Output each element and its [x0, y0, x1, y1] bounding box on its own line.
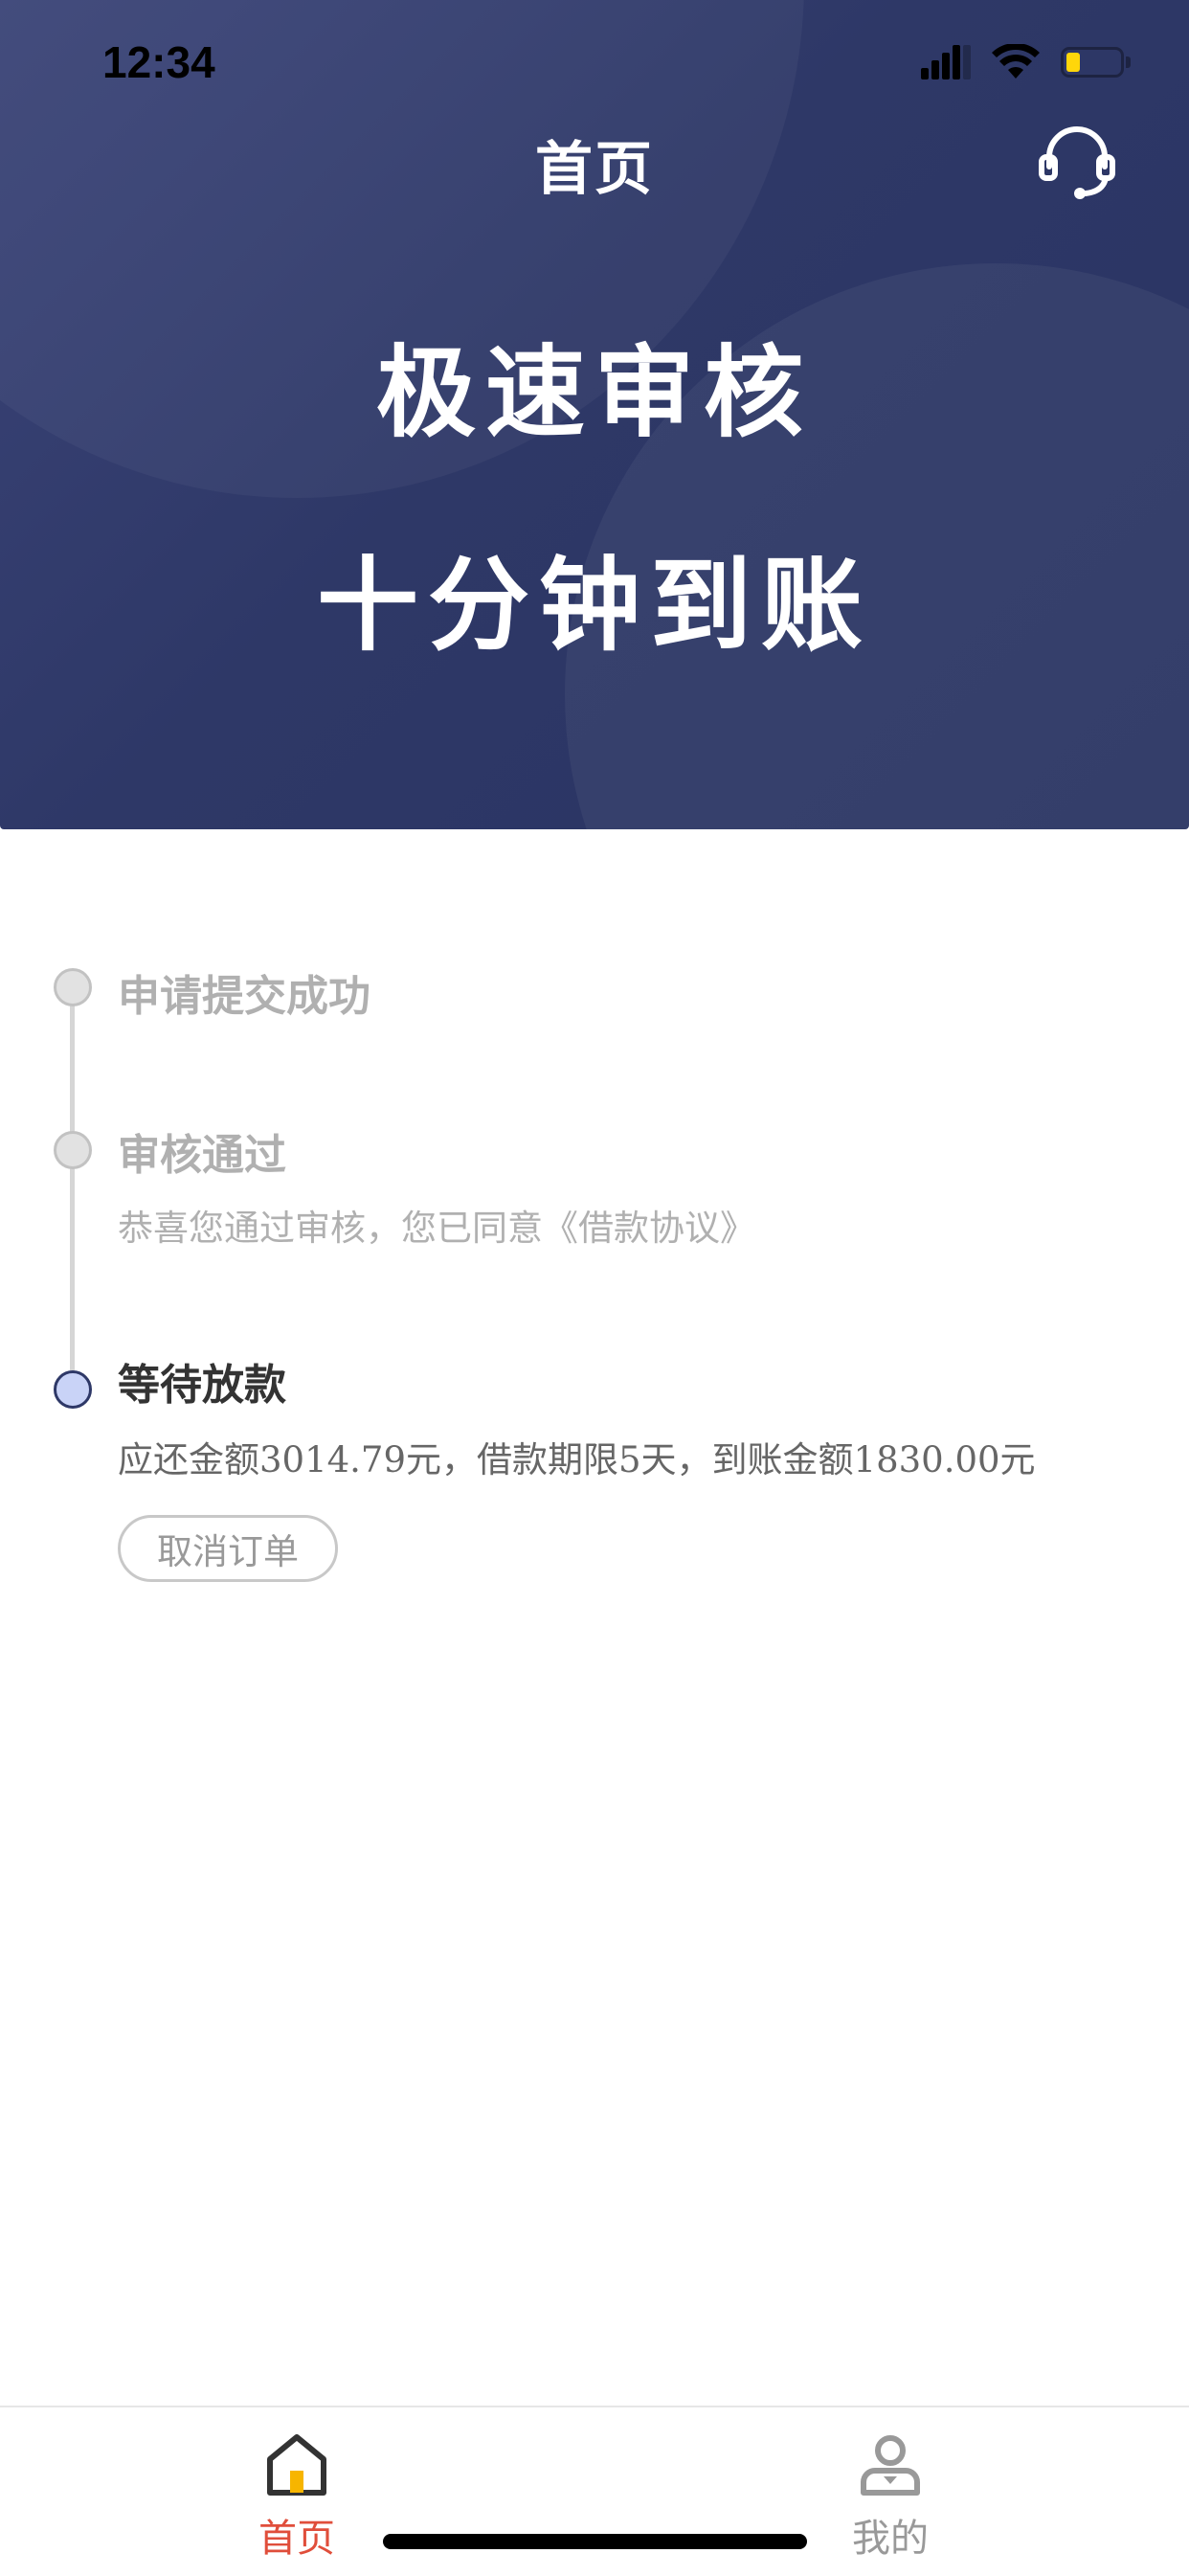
step-dot-submitted	[54, 968, 92, 1006]
step-title-awaiting-disbursement: 等待放款	[118, 1361, 286, 1410]
banner-subheadline: 十分钟到账	[317, 547, 872, 665]
tab-mine-label: 我的	[852, 2517, 929, 2561]
status-time: 12:34	[102, 37, 215, 87]
step-desc-awaiting-disbursement: 应还金额3014.79元，借款期限5天，到账金额1830.00元	[118, 1439, 1036, 1480]
step-desc-approved: 恭喜您通过审核，您已同意《借款协议》	[118, 1208, 755, 1249]
home-icon	[267, 2434, 326, 2496]
step-title-submitted: 申请提交成功	[118, 972, 370, 1021]
battery-icon	[1061, 45, 1132, 79]
battery-level	[1066, 53, 1080, 72]
home-indicator	[383, 2534, 807, 2549]
step-dot-awaiting-disbursement	[54, 1370, 92, 1409]
bottom-tab-bar: 首页 我的	[0, 2406, 1189, 2576]
status-icons	[921, 44, 1132, 80]
tab-home[interactable]: 首页	[201, 2432, 393, 2566]
tab-home-label: 首页	[258, 2517, 335, 2561]
step-dot-approved	[54, 1131, 92, 1169]
wifi-icon	[992, 44, 1040, 79]
headset-icon[interactable]	[1036, 119, 1118, 201]
cancel-order-button[interactable]: 取消订单	[118, 1515, 338, 1582]
step-title-approved: 审核通过	[118, 1131, 286, 1180]
header-banner: 12:34 首页 极速审核 十分钟到账	[0, 0, 1189, 829]
timeline-connector	[70, 990, 75, 1381]
page-title: 首页	[535, 136, 654, 203]
signal-icon	[921, 45, 971, 79]
tab-mine[interactable]: 我的	[795, 2432, 986, 2566]
user-icon	[861, 2435, 920, 2496]
banner-headline: 极速审核	[375, 334, 813, 451]
